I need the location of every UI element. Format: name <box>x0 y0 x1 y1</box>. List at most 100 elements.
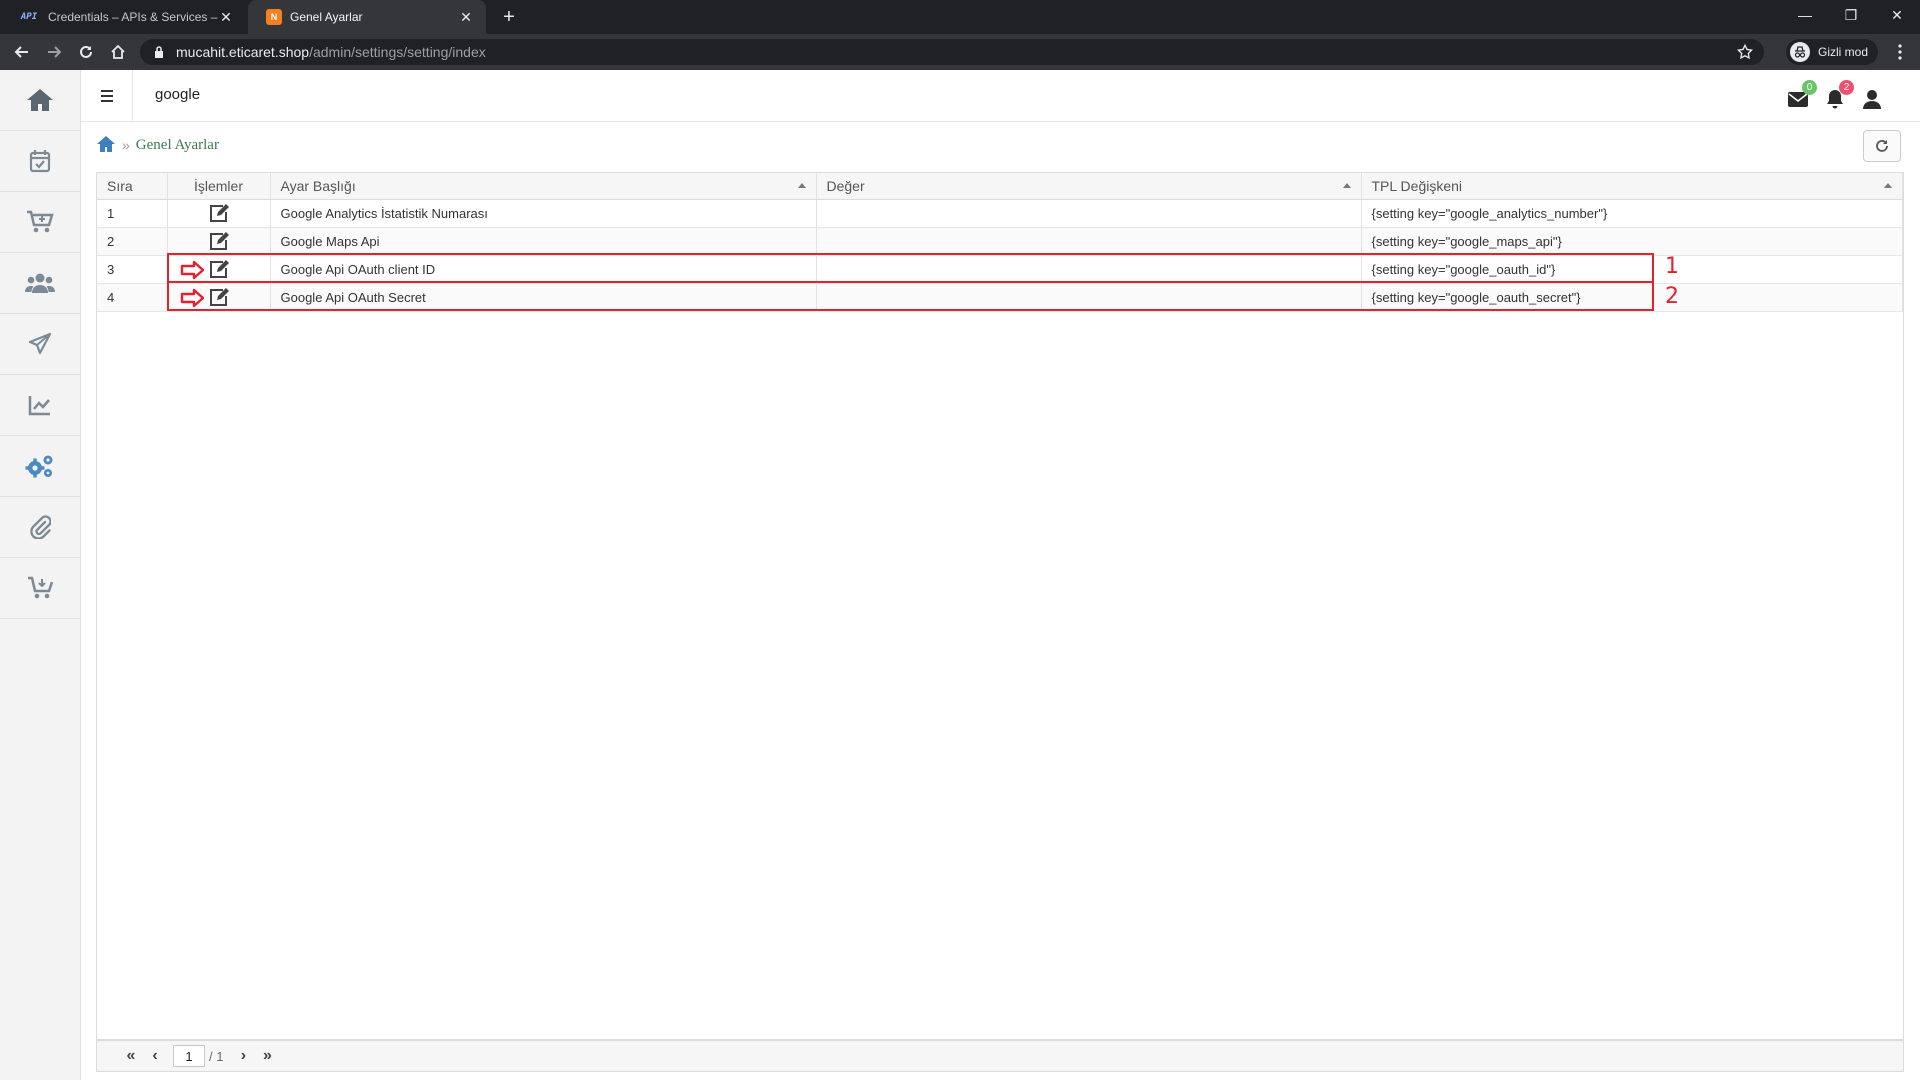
row-actions <box>167 199 271 228</box>
column-header-label: TPL Değişkeni <box>1371 177 1463 194</box>
column-header-label: Ayar Başlığı <box>280 177 356 194</box>
column-header-islemler: İşlemler <box>167 173 271 200</box>
column-header-sira[interactable]: Sıra <box>97 173 168 200</box>
sidebar-item-home[interactable] <box>0 70 80 131</box>
gears-icon <box>25 455 53 478</box>
setting-title: Google Analytics İstatistik Numarası <box>270 199 817 228</box>
menu-toggle-icon[interactable] <box>81 70 133 122</box>
admin-page: google 0 2 » Genel Ayarlar Sıra İşlemler… <box>0 70 1920 1080</box>
admin-topbar: google 0 2 <box>81 70 1920 122</box>
incognito-indicator[interactable]: Gizli mod <box>1786 39 1879 65</box>
sidebar-item-users[interactable] <box>0 253 80 314</box>
sidebar-item-reports[interactable] <box>0 375 80 436</box>
column-header-ayar-basligi[interactable]: Ayar Başlığı <box>270 173 817 200</box>
close-tab-icon[interactable]: ✕ <box>218 9 234 26</box>
sidebar-item-settings[interactable] <box>0 436 80 497</box>
arrow-right-icon <box>48 46 62 58</box>
browser-menu-icon[interactable] <box>1890 38 1910 66</box>
user-menu-button[interactable] <box>1861 88 1883 110</box>
annotation-number: 2 <box>1665 284 1679 309</box>
home-outline-icon <box>111 44 125 59</box>
sidebar-item-orders[interactable] <box>0 192 80 253</box>
bookmark-star-icon[interactable] <box>1736 43 1754 61</box>
sort-asc-icon[interactable] <box>797 183 806 188</box>
breadcrumb-current: Genel Ayarlar <box>135 136 219 153</box>
table-row[interactable]: 2 Google Maps Api {setting key="google_m… <box>97 227 1903 256</box>
highlight-box-row-3 <box>167 253 1654 283</box>
browser-tab-bar: API Credentials – APIs & Services – El ✕… <box>0 0 1920 34</box>
sidebar-item-tasks[interactable] <box>0 131 80 192</box>
sort-asc-icon[interactable] <box>1884 183 1892 188</box>
column-header-tpl[interactable]: TPL Değişkeni <box>1361 173 1903 200</box>
calendar-check-icon <box>29 150 51 173</box>
sidebar-item-campaigns[interactable] <box>0 314 80 375</box>
lock-icon <box>152 45 166 59</box>
site-favicon-icon: N <box>266 9 282 25</box>
arrow-left-icon <box>14 46 28 58</box>
first-page-icon[interactable]: « <box>121 1046 141 1066</box>
notifications-button[interactable]: 2 <box>1824 80 1854 110</box>
last-page-icon[interactable]: » <box>257 1046 277 1066</box>
refresh-icon <box>1876 140 1888 152</box>
user-icon <box>1863 90 1881 109</box>
paperclip-icon <box>30 515 51 539</box>
sidebar <box>0 70 81 1080</box>
setting-value <box>816 199 1362 228</box>
home-button[interactable] <box>104 38 132 66</box>
refresh-button[interactable] <box>1863 130 1901 162</box>
pagination: « ‹ / 1 › » <box>96 1040 1904 1072</box>
api-favicon-icon: API <box>20 12 38 22</box>
table-header-row: Sıra İşlemler Ayar Başlığı Değer TPL Değ… <box>97 173 1903 200</box>
breadcrumb-separator-icon: » <box>122 137 130 153</box>
close-tab-icon[interactable]: ✕ <box>458 9 474 26</box>
close-window-icon[interactable]: ✕ <box>1874 0 1920 30</box>
users-icon <box>25 273 55 293</box>
incognito-icon <box>1790 42 1810 62</box>
tab-title: Credentials – APIs & Services – El <box>48 10 218 24</box>
highlight-box-row-4 <box>167 281 1654 311</box>
prev-page-icon[interactable]: ‹ <box>145 1046 165 1066</box>
tab-title: Genel Ayarlar <box>290 10 363 24</box>
setting-title: Google Maps Api <box>270 227 817 256</box>
url-path: /admin/settings/setting/index <box>309 44 486 60</box>
browser-tab-genel-ayarlar[interactable]: N Genel Ayarlar ✕ <box>248 0 486 34</box>
column-header-label: Değer <box>826 177 865 194</box>
url-text: mucahit.eticaret.shop/admin/settings/set… <box>176 44 486 60</box>
forward-button[interactable] <box>40 38 68 66</box>
table-row[interactable]: 1 Google Analytics İstatistik Numarası {… <box>97 199 1903 228</box>
page-number-input[interactable] <box>173 1045 205 1067</box>
back-button[interactable] <box>8 38 36 66</box>
address-bar[interactable]: mucahit.eticaret.shop/admin/settings/set… <box>140 39 1764 65</box>
home-icon <box>27 89 53 111</box>
reload-button[interactable] <box>72 38 100 66</box>
paper-plane-icon <box>28 332 52 355</box>
breadcrumb-home-icon[interactable] <box>96 135 116 155</box>
chart-icon <box>28 396 50 416</box>
next-page-icon[interactable]: › <box>233 1046 253 1066</box>
notification-count-badge: 2 <box>1839 80 1854 95</box>
browser-tab-credentials[interactable]: API Credentials – APIs & Services – El ✕ <box>0 0 246 34</box>
cart-icon <box>27 210 54 233</box>
new-tab-button[interactable]: + <box>496 4 522 30</box>
breadcrumb: » Genel Ayarlar <box>96 134 219 156</box>
setting-value <box>816 227 1362 256</box>
edit-icon[interactable] <box>208 203 230 223</box>
browser-toolbar: mucahit.eticaret.shop/admin/settings/set… <box>0 34 1920 70</box>
sidebar-item-abandoned-carts[interactable] <box>0 558 80 619</box>
row-number: 3 <box>97 255 168 284</box>
url-host: mucahit.eticaret.shop <box>176 44 310 60</box>
column-header-deger[interactable]: Değer <box>816 173 1362 200</box>
incognito-label: Gizli mod <box>1818 45 1869 59</box>
sort-asc-icon[interactable] <box>1342 183 1351 188</box>
minimize-icon[interactable]: — <box>1782 0 1828 30</box>
sidebar-item-attachments[interactable] <box>0 497 80 558</box>
mail-button[interactable]: 0 <box>1787 80 1817 110</box>
row-number: 1 <box>97 199 168 228</box>
page-total: / 1 <box>209 1048 224 1064</box>
edit-icon[interactable] <box>208 231 230 251</box>
restore-icon[interactable]: ❐ <box>1828 0 1874 30</box>
search-query[interactable]: google <box>155 86 200 103</box>
setting-tpl: {setting key="google_analytics_number"} <box>1361 199 1903 228</box>
cart-arrow-icon <box>28 576 53 599</box>
mail-count-badge: 0 <box>1802 80 1817 95</box>
